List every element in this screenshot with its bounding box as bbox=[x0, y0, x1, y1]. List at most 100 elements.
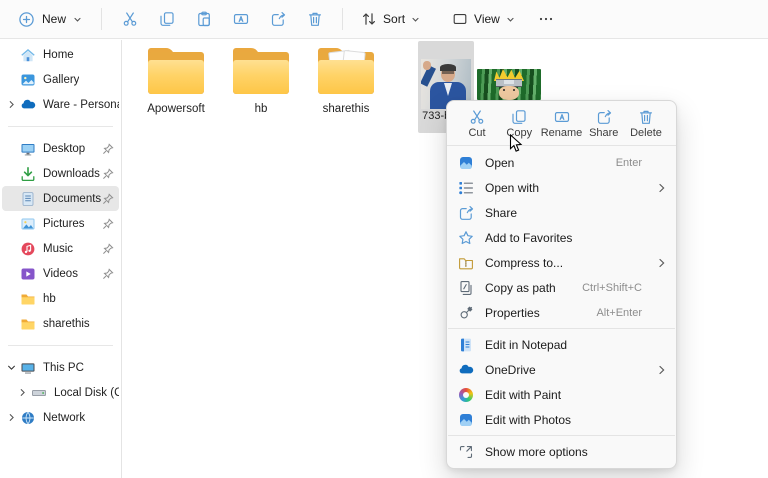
sidebar-item-label: Documents bbox=[43, 193, 101, 205]
sidebar-item-home[interactable]: Home bbox=[2, 42, 119, 67]
chevron-down-icon bbox=[411, 15, 420, 24]
sidebar-item-pictures[interactable]: Pictures bbox=[2, 211, 119, 236]
videos-icon bbox=[20, 266, 36, 282]
cut-icon bbox=[469, 109, 485, 125]
context-menu: CutCopyRenameShareDelete OpenEnterOpen w… bbox=[446, 100, 677, 469]
sort-arrows-icon bbox=[361, 11, 377, 27]
menu-item-share[interactable]: Share bbox=[447, 200, 676, 225]
menu-item-properties[interactable]: PropertiesAlt+Enter bbox=[447, 300, 676, 325]
delete-button[interactable] bbox=[296, 4, 333, 34]
file-name-label: sharethis bbox=[310, 103, 382, 115]
menu-item-edit-with-photos[interactable]: Edit with Photos bbox=[447, 407, 676, 432]
menu-item-label: Copy as path bbox=[485, 281, 582, 295]
documents-icon bbox=[20, 191, 36, 207]
file-image[interactable] bbox=[477, 69, 549, 100]
context-command-label: Rename bbox=[541, 127, 583, 139]
chevron-right-icon bbox=[656, 258, 666, 268]
share-button[interactable] bbox=[259, 4, 296, 34]
pin-icon bbox=[102, 267, 114, 279]
folder-icon bbox=[20, 316, 36, 332]
photos-icon bbox=[458, 155, 474, 171]
menu-item-edit-with-paint[interactable]: Edit with Paint bbox=[447, 382, 676, 407]
file-apowersoft[interactable]: Apowersoft bbox=[140, 46, 212, 115]
downloads-icon bbox=[20, 166, 36, 182]
sidebar-item-videos[interactable]: Videos bbox=[2, 261, 119, 286]
menu-item-show-more-options[interactable]: Show more options bbox=[447, 439, 676, 464]
sidebar-item-local-disk-c[interactable]: Local Disk (C:) bbox=[2, 380, 119, 405]
sidebar-item-label: Ware - Personal bbox=[43, 99, 119, 111]
menu-item-label: Add to Favorites bbox=[485, 231, 656, 245]
sidebar-item-network[interactable]: Network bbox=[2, 405, 119, 430]
file-hb[interactable]: hb bbox=[225, 46, 297, 115]
sidebar-item-this-pc[interactable]: This PC bbox=[2, 355, 119, 380]
sidebar-item-label: This PC bbox=[43, 362, 84, 374]
sidebar-item-sharethis[interactable]: sharethis bbox=[2, 311, 119, 336]
music-icon bbox=[20, 241, 36, 257]
sidebar-item-label: Network bbox=[43, 412, 85, 424]
sidebar-item-label: Desktop bbox=[43, 143, 85, 155]
cut-button[interactable] bbox=[111, 4, 148, 34]
paste-button[interactable] bbox=[185, 4, 222, 34]
sidebar-item-label: Music bbox=[43, 243, 73, 255]
see-more-button[interactable] bbox=[530, 4, 562, 34]
file-sharethis[interactable]: sharethis bbox=[310, 46, 382, 115]
view-button[interactable]: View bbox=[443, 4, 524, 34]
menu-item-compress-to[interactable]: Compress to... bbox=[447, 250, 676, 275]
toolbar-separator bbox=[342, 8, 343, 30]
sidebar-item-documents[interactable]: Documents bbox=[2, 186, 119, 211]
menu-item-label: Edit with Photos bbox=[485, 413, 656, 427]
menu-item-onedrive[interactable]: OneDrive bbox=[447, 357, 676, 382]
sidebar-divider bbox=[8, 345, 113, 346]
menu-item-edit-in-notepad[interactable]: Edit in Notepad bbox=[447, 332, 676, 357]
sidebar-item-desktop[interactable]: Desktop bbox=[2, 136, 119, 161]
menu-item-add-to-favorites[interactable]: Add to Favorites bbox=[447, 225, 676, 250]
menu-item-copy-as-path[interactable]: Copy as pathCtrl+Shift+C bbox=[447, 275, 676, 300]
context-menu-items: OpenEnter Open with Share Add to Favorites C… bbox=[447, 146, 676, 468]
context-command-rename[interactable]: Rename bbox=[541, 107, 583, 141]
properties-icon bbox=[458, 305, 474, 321]
chevron-right-icon[interactable] bbox=[5, 413, 18, 422]
cut-icon bbox=[122, 11, 138, 27]
context-command-cut[interactable]: Cut bbox=[456, 107, 498, 141]
menu-item-label: Share bbox=[485, 206, 656, 220]
pin-icon bbox=[102, 242, 114, 254]
rename-button[interactable] bbox=[222, 4, 259, 34]
chevron-right-icon[interactable] bbox=[16, 388, 29, 397]
pin-icon bbox=[102, 192, 114, 204]
sidebar-item-music[interactable]: Music bbox=[2, 236, 119, 261]
menu-item-open-with[interactable]: Open with bbox=[447, 175, 676, 200]
menu-item-shortcut: Alt+Enter bbox=[596, 307, 642, 319]
copy-icon bbox=[159, 11, 175, 27]
sidebar-item-label: Videos bbox=[43, 268, 78, 280]
context-command-delete[interactable]: Delete bbox=[625, 107, 667, 141]
menu-item-label: Edit in Notepad bbox=[485, 338, 656, 352]
menu-item-label: Properties bbox=[485, 306, 596, 320]
new-button-label: New bbox=[42, 12, 66, 26]
paste-icon bbox=[196, 11, 212, 27]
context-command-share[interactable]: Share bbox=[583, 107, 625, 141]
file-explorer-window: New Sort View HomeGallery Ware - Personal… bbox=[0, 0, 768, 478]
new-button[interactable]: New bbox=[8, 4, 92, 34]
chevron-down-icon bbox=[73, 15, 82, 24]
network-icon bbox=[20, 410, 36, 426]
chevron-down-icon bbox=[506, 15, 515, 24]
favorites-star-icon bbox=[458, 230, 474, 246]
sidebar-item-gallery[interactable]: Gallery bbox=[2, 67, 119, 92]
menu-item-open[interactable]: OpenEnter bbox=[447, 150, 676, 175]
chevron-down-icon[interactable] bbox=[5, 363, 18, 372]
command-toolbar: New Sort View bbox=[0, 0, 768, 39]
delete-icon bbox=[638, 109, 654, 125]
disk-icon bbox=[31, 385, 47, 401]
chevron-right-icon[interactable] bbox=[5, 100, 18, 109]
sidebar-item-downloads[interactable]: Downloads bbox=[2, 161, 119, 186]
chevron-right-icon bbox=[656, 365, 666, 375]
context-command-label: Delete bbox=[630, 127, 662, 139]
menu-item-label: Open with bbox=[485, 181, 656, 195]
folder-icon bbox=[145, 46, 207, 96]
sidebar-item-ware-personal[interactable]: Ware - Personal bbox=[2, 92, 119, 117]
view-icon bbox=[452, 11, 468, 27]
sidebar-item-hb[interactable]: hb bbox=[2, 286, 119, 311]
copy-button[interactable] bbox=[148, 4, 185, 34]
sort-button[interactable]: Sort bbox=[352, 4, 429, 34]
copy-icon bbox=[511, 109, 527, 125]
